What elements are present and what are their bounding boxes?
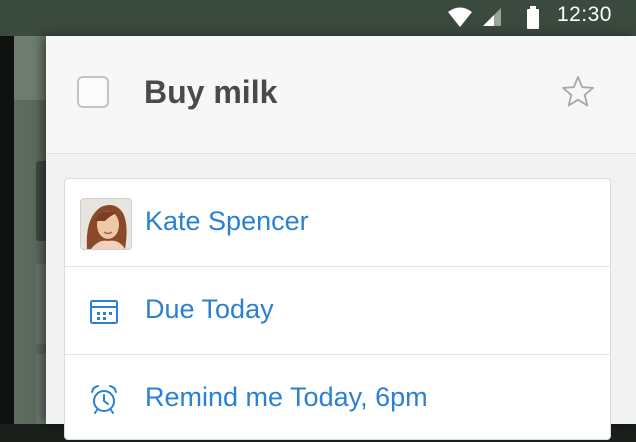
assignee-row[interactable]: Kate Spencer (65, 179, 610, 267)
cell-signal-icon (483, 8, 501, 26)
due-date-row[interactable]: Due Today (65, 267, 610, 355)
task-detail-sheet: Buy milk Kate Spencer Due Today Remind m… (46, 36, 636, 440)
task-header: Buy milk (46, 36, 636, 154)
task-title[interactable]: Buy milk (144, 74, 277, 111)
task-complete-checkbox[interactable] (77, 76, 109, 108)
task-details-card: Kate Spencer Due Today Remind me Today, … (64, 178, 611, 440)
wifi-icon (448, 7, 472, 27)
avatar (80, 198, 132, 250)
assignee-label: Kate Spencer (145, 206, 309, 236)
star-icon[interactable] (560, 74, 596, 110)
status-time: 12:30 (556, 3, 612, 26)
due-date-label: Due Today (145, 294, 274, 324)
calendar-icon (90, 300, 118, 324)
status-bar: 12:30 (0, 0, 636, 36)
battery-icon (527, 6, 539, 29)
reminder-label: Remind me Today, 6pm (145, 382, 428, 412)
reminder-row[interactable]: Remind me Today, 6pm (65, 355, 610, 442)
alarm-clock-icon (91, 385, 117, 414)
